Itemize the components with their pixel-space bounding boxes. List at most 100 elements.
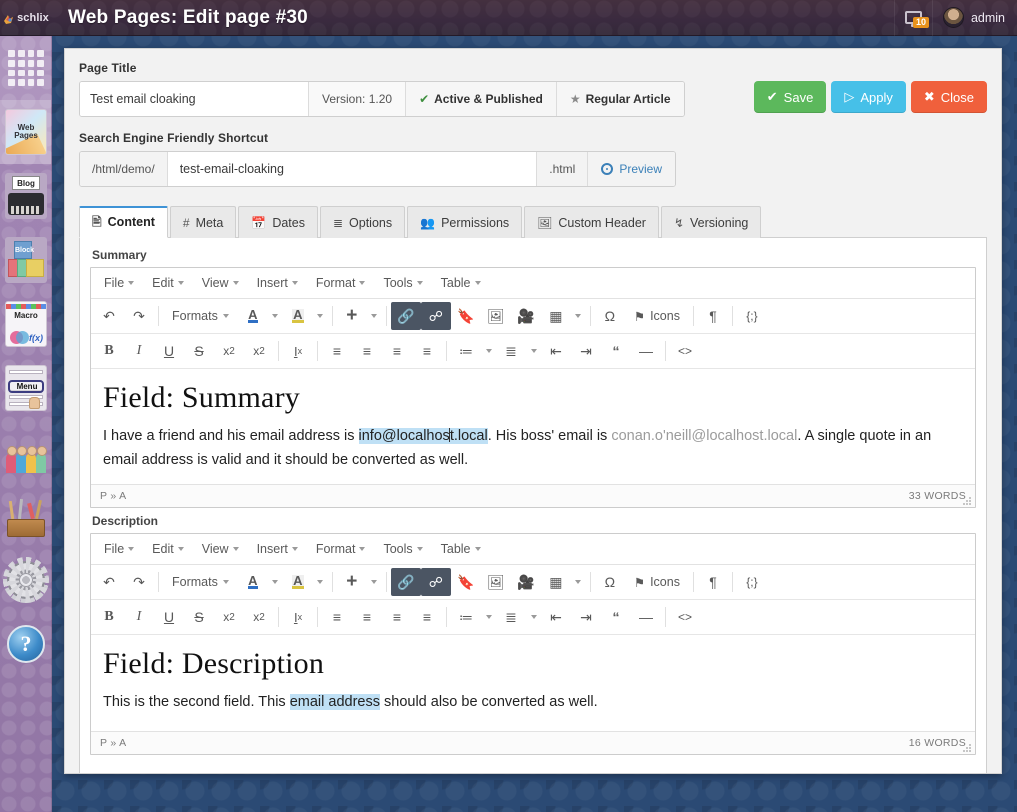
resize-handle[interactable] [963, 496, 972, 506]
brand-logo[interactable]: schlix [0, 0, 52, 36]
template-code-icon[interactable]: {;} [737, 302, 767, 330]
menu-format[interactable]: Format [307, 539, 375, 559]
source-code-icon[interactable]: <> [670, 603, 700, 631]
insert-plus-icon[interactable]: + [337, 302, 367, 330]
user-menu[interactable]: admin [931, 0, 1017, 36]
menu-insert[interactable]: Insert [248, 539, 307, 559]
align-right-icon[interactable]: ≡ [382, 337, 412, 365]
unlink-icon[interactable]: ☍ [420, 302, 451, 330]
numbered-list-icon[interactable]: ≣ [496, 603, 526, 631]
formats-dropdown[interactable]: Formats [163, 302, 238, 330]
align-justify-icon[interactable]: ≡ [412, 337, 442, 365]
summary-email-link[interactable]: conan.o'neill@localhost.local [611, 428, 797, 444]
sidebar-item-menu[interactable]: Menu [0, 356, 51, 420]
subscript-icon[interactable]: x2 [214, 603, 244, 631]
italic-icon[interactable]: I [124, 337, 154, 365]
clear-formatting-icon[interactable]: Ix [283, 603, 313, 631]
article-type-toggle[interactable]: ★ Regular Article [555, 82, 684, 116]
unlink-icon[interactable]: ☍ [420, 568, 451, 597]
strikethrough-icon[interactable]: S [184, 603, 214, 631]
horizontal-rule-icon[interactable]: — [631, 603, 661, 631]
template-code-icon[interactable]: {;} [737, 568, 767, 596]
indent-icon[interactable]: ⇥ [571, 603, 601, 631]
tab-dates[interactable]: 📅 Dates [238, 206, 318, 238]
redo-icon[interactable]: ↷ [124, 568, 154, 596]
undo-icon[interactable]: ↶ [94, 568, 124, 596]
paragraph-mark-icon[interactable]: ¶ [698, 568, 728, 596]
align-center-icon[interactable]: ≡ [352, 603, 382, 631]
menu-table[interactable]: Table [432, 273, 490, 293]
close-button[interactable]: ✖ Close [910, 81, 987, 113]
superscript-icon[interactable]: x2 [244, 603, 274, 631]
subscript-icon[interactable]: x2 [214, 337, 244, 365]
italic-icon[interactable]: I [124, 603, 154, 631]
insert-dropdown[interactable] [367, 302, 382, 330]
sidebar-item-macro[interactable]: Macro f(x) [0, 292, 51, 356]
apply-button[interactable]: ▷ Apply [831, 81, 906, 113]
tab-options[interactable]: ≣ Options [319, 206, 406, 238]
tab-meta[interactable]: # Meta [169, 206, 237, 238]
bullet-list-dropdown[interactable] [481, 337, 496, 365]
background-color-icon[interactable]: A [283, 568, 313, 596]
tab-custom-header[interactable]: 🖼 Custom Header [524, 206, 659, 238]
messages-button[interactable]: 10 [893, 0, 932, 36]
blockquote-icon[interactable]: “ [601, 337, 631, 365]
bookmark-icon[interactable]: 🔖 [451, 568, 481, 596]
icons-button[interactable]: ⚑ Icons [625, 568, 689, 596]
clear-formatting-icon[interactable]: Ix [283, 337, 313, 365]
menu-view[interactable]: View [193, 539, 248, 559]
numbered-list-dropdown[interactable] [526, 337, 541, 365]
image-icon[interactable]: 🖼 [481, 302, 511, 330]
outdent-icon[interactable]: ⇤ [541, 603, 571, 631]
sidebar-item-settings[interactable] [0, 548, 51, 612]
text-color-icon[interactable]: A [238, 568, 268, 596]
align-left-icon[interactable]: ≡ [322, 603, 352, 631]
numbered-list-dropdown[interactable] [526, 603, 541, 631]
sidebar-item-users[interactable] [0, 420, 51, 484]
bullet-list-icon[interactable]: ≔ [451, 337, 481, 365]
numbered-list-icon[interactable]: ≣ [496, 337, 526, 365]
underline-icon[interactable]: U [154, 337, 184, 365]
summary-editor-body[interactable]: Field: Summary I have a friend and his e… [91, 369, 975, 485]
sidebar-item-tools[interactable] [0, 484, 51, 548]
menu-file[interactable]: File [95, 273, 143, 293]
align-justify-icon[interactable]: ≡ [412, 603, 442, 631]
menu-tools[interactable]: Tools [374, 539, 431, 559]
formats-dropdown[interactable]: Formats [163, 568, 238, 596]
table-dropdown[interactable] [571, 568, 586, 596]
text-color-icon[interactable]: A [238, 302, 268, 330]
image-icon[interactable]: 🖼 [481, 568, 511, 596]
menu-file[interactable]: File [95, 539, 143, 559]
menu-view[interactable]: View [193, 273, 248, 293]
background-color-dropdown[interactable] [313, 302, 328, 330]
text-color-dropdown[interactable] [268, 302, 283, 330]
tab-permissions[interactable]: 👥 Permissions [407, 206, 523, 238]
align-left-icon[interactable]: ≡ [322, 337, 352, 365]
blockquote-icon[interactable]: “ [601, 603, 631, 631]
insert-plus-icon[interactable]: + [337, 568, 367, 596]
status-toggle[interactable]: ✔ Active & Published [405, 82, 556, 116]
menu-insert[interactable]: Insert [248, 273, 307, 293]
background-color-dropdown[interactable] [313, 568, 328, 596]
insert-dropdown[interactable] [367, 568, 382, 596]
sidebar-item-blog[interactable]: Blog [0, 164, 51, 228]
sef-input[interactable] [167, 152, 537, 186]
special-character-icon[interactable]: Ω [595, 568, 625, 596]
outdent-icon[interactable]: ⇤ [541, 337, 571, 365]
link-icon[interactable]: 🔗 [390, 302, 421, 330]
bold-icon[interactable]: B [94, 337, 124, 365]
text-color-dropdown[interactable] [268, 568, 283, 596]
bookmark-icon[interactable]: 🔖 [451, 302, 481, 330]
icons-button[interactable]: ⚑ Icons [625, 302, 689, 330]
preview-button[interactable]: Preview [587, 152, 675, 186]
menu-tools[interactable]: Tools [374, 273, 431, 293]
paragraph-mark-icon[interactable]: ¶ [698, 302, 728, 330]
sidebar-item-apps-grid[interactable] [0, 36, 51, 100]
sidebar-item-help[interactable]: ? [0, 612, 51, 676]
underline-icon[interactable]: U [154, 603, 184, 631]
source-code-icon[interactable]: <> [670, 337, 700, 365]
link-icon[interactable]: 🔗 [390, 568, 421, 597]
strikethrough-icon[interactable]: S [184, 337, 214, 365]
resize-handle[interactable] [963, 743, 972, 753]
redo-icon[interactable]: ↷ [124, 302, 154, 330]
